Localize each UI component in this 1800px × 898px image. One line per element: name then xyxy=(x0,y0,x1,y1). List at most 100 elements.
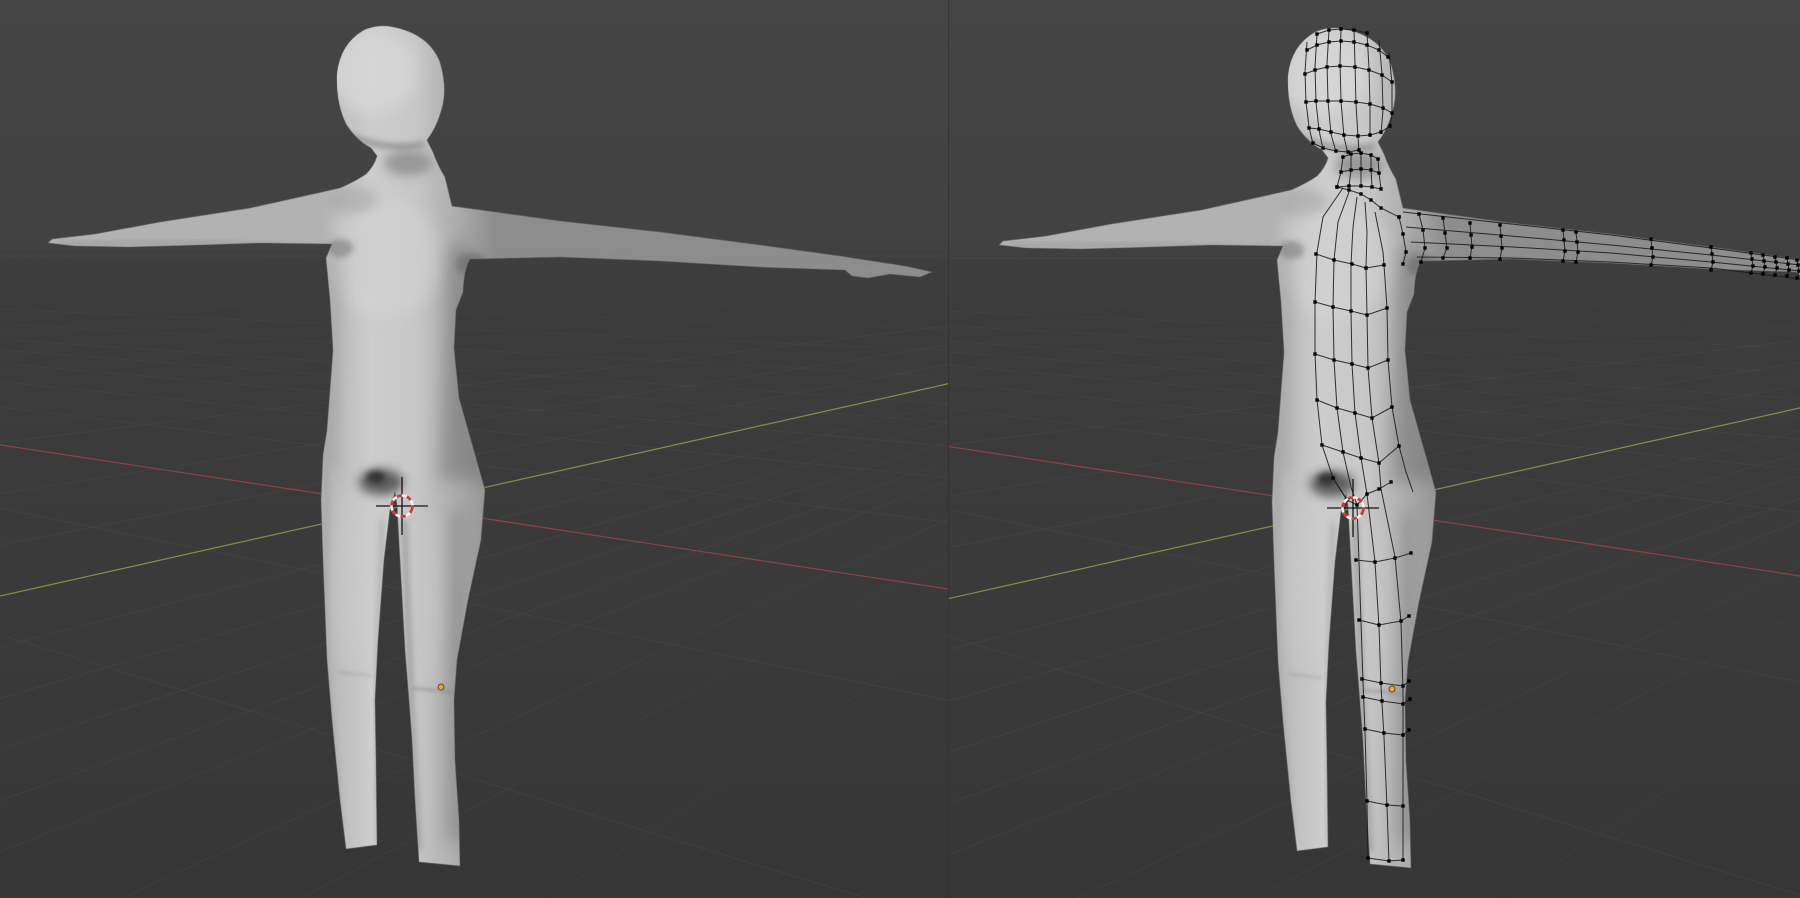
mesh-vertex[interactable] xyxy=(1377,48,1380,51)
mesh-vertex[interactable] xyxy=(1335,406,1338,409)
mesh-vertex[interactable] xyxy=(1369,168,1372,171)
mesh-vertex[interactable] xyxy=(1317,127,1320,130)
mesh-vertex[interactable] xyxy=(1373,560,1376,563)
mesh-vertex[interactable] xyxy=(1313,68,1316,71)
mesh-vertex[interactable] xyxy=(1649,237,1652,240)
mesh-vertex[interactable] xyxy=(1379,130,1382,133)
mesh-vertex[interactable] xyxy=(1368,133,1371,136)
mesh-vertex[interactable] xyxy=(1407,728,1410,731)
mesh-vertex[interactable] xyxy=(1364,266,1367,269)
mesh-vertex[interactable] xyxy=(1370,185,1373,188)
mesh-vertex[interactable] xyxy=(1342,133,1345,136)
mesh-vertex[interactable] xyxy=(1347,188,1350,191)
mesh-vertex[interactable] xyxy=(1376,157,1379,160)
mesh-vertex[interactable] xyxy=(1441,256,1444,259)
mesh-vertex[interactable] xyxy=(1469,233,1472,236)
mesh-vertex[interactable] xyxy=(1332,258,1335,261)
mesh-vertex[interactable] xyxy=(1346,150,1349,153)
mesh-vertex[interactable] xyxy=(1303,72,1306,75)
mesh-vertex[interactable] xyxy=(1795,276,1798,279)
mesh-vertex[interactable] xyxy=(1419,260,1422,263)
mesh-vertex[interactable] xyxy=(1379,681,1382,684)
mesh-vertex[interactable] xyxy=(1651,255,1654,258)
mesh-vertex[interactable] xyxy=(1499,234,1502,237)
mesh-vertex[interactable] xyxy=(1387,859,1390,862)
mesh-vertex[interactable] xyxy=(1710,252,1713,255)
mesh-vertex[interactable] xyxy=(1393,556,1396,559)
mesh-vertex[interactable] xyxy=(1331,305,1334,308)
mesh-vertex[interactable] xyxy=(1347,184,1350,187)
mesh-vertex[interactable] xyxy=(1361,695,1364,698)
mesh-vertex[interactable] xyxy=(1339,27,1342,30)
mesh-vertex[interactable] xyxy=(1313,300,1316,303)
mesh-vertex[interactable] xyxy=(1357,618,1360,621)
mesh-vertex[interactable] xyxy=(1397,444,1400,447)
mesh-vertex[interactable] xyxy=(1359,456,1362,459)
mesh-vertex[interactable] xyxy=(1388,124,1391,127)
mesh-vertex[interactable] xyxy=(1709,268,1712,271)
mesh-vertex[interactable] xyxy=(1365,492,1368,495)
mesh-vertex[interactable] xyxy=(1360,677,1363,680)
mesh-vertex[interactable] xyxy=(1356,134,1359,137)
mesh-vertex[interactable] xyxy=(1350,362,1353,365)
mesh-vertex[interactable] xyxy=(1407,679,1410,682)
mesh-vertex[interactable] xyxy=(1366,366,1369,369)
mesh-vertex[interactable] xyxy=(1304,100,1307,103)
mesh-vertex[interactable] xyxy=(1401,804,1404,807)
mesh-vertex[interactable] xyxy=(1314,252,1317,255)
mesh-vertex[interactable] xyxy=(1359,192,1362,195)
mesh-vertex[interactable] xyxy=(1352,28,1355,31)
mesh-vertex[interactable] xyxy=(1365,31,1368,34)
mesh-vertex[interactable] xyxy=(1421,228,1424,231)
mesh-vertex[interactable] xyxy=(1339,170,1342,173)
mesh-vertex[interactable] xyxy=(1562,238,1565,241)
mesh-vertex[interactable] xyxy=(1407,614,1410,617)
mesh-vertex[interactable] xyxy=(1370,416,1373,419)
mesh-vertex[interactable] xyxy=(1380,699,1383,702)
mesh-vertex[interactable] xyxy=(1381,106,1384,109)
mesh-vertex[interactable] xyxy=(1377,461,1380,464)
mesh-vertex[interactable] xyxy=(1369,198,1372,201)
mesh-vertex[interactable] xyxy=(1575,240,1578,243)
mesh-vertex[interactable] xyxy=(1574,260,1577,263)
mesh-vertex[interactable] xyxy=(1315,43,1318,46)
mesh-vertex[interactable] xyxy=(1401,858,1404,861)
mesh-vertex[interactable] xyxy=(1498,257,1501,260)
mesh-vertex[interactable] xyxy=(1763,265,1766,268)
mesh-vertex[interactable] xyxy=(1315,32,1318,35)
mesh-vertex[interactable] xyxy=(1339,39,1342,42)
mesh-vertex[interactable] xyxy=(1379,187,1382,190)
mesh-vertex[interactable] xyxy=(1762,259,1765,262)
mesh-vertex[interactable] xyxy=(1389,480,1392,483)
mesh-vertex[interactable] xyxy=(1325,65,1328,68)
mesh-vertex[interactable] xyxy=(1365,313,1368,316)
mesh-vertex[interactable] xyxy=(1773,273,1776,276)
mesh-vertex[interactable] xyxy=(1445,246,1448,249)
3d-viewport[interactable] xyxy=(0,0,1800,898)
mesh-vertex[interactable] xyxy=(1750,257,1753,260)
mesh-vertex[interactable] xyxy=(1386,358,1389,361)
mesh-vertex[interactable] xyxy=(1313,352,1316,355)
mesh-vertex[interactable] xyxy=(1332,358,1335,361)
mesh-vertex[interactable] xyxy=(1377,171,1380,174)
mesh-vertex[interactable] xyxy=(1367,68,1370,71)
mesh-vertex[interactable] xyxy=(1354,100,1357,103)
mesh-vertex[interactable] xyxy=(1399,619,1402,622)
mesh-vertex[interactable] xyxy=(1352,40,1355,43)
mesh-vertex[interactable] xyxy=(1339,99,1342,102)
mesh-vertex[interactable] xyxy=(1311,141,1314,144)
mesh-vertex[interactable] xyxy=(1390,111,1393,114)
mesh-vertex[interactable] xyxy=(1307,126,1310,129)
mesh-vertex[interactable] xyxy=(1561,228,1564,231)
mesh-vertex[interactable] xyxy=(1390,80,1393,83)
mesh-vertex[interactable] xyxy=(1785,274,1788,277)
mesh-vertex[interactable] xyxy=(1397,215,1400,218)
mesh-vertex[interactable] xyxy=(1749,251,1752,254)
mesh-vertex[interactable] xyxy=(1649,263,1652,266)
mesh-vertex[interactable] xyxy=(1357,148,1360,151)
mesh-vertex[interactable] xyxy=(1498,223,1501,226)
mesh-vertex[interactable] xyxy=(1331,476,1334,479)
mesh-vertex[interactable] xyxy=(1390,405,1393,408)
mesh-vertex[interactable] xyxy=(1385,803,1388,806)
mesh-vertex[interactable] xyxy=(1468,256,1471,259)
